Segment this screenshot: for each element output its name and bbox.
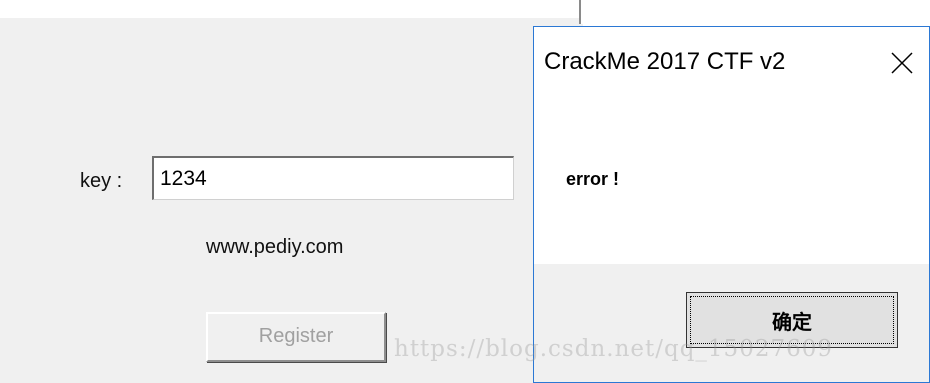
crackme-main-window: key : www.pediy.com Register: [0, 0, 585, 383]
dialog-button-bar: 确定: [534, 264, 929, 382]
ok-button[interactable]: 确定: [686, 292, 898, 348]
dialog-title: CrackMe 2017 CTF v2: [544, 48, 786, 75]
close-icon[interactable]: [882, 43, 922, 83]
register-button[interactable]: Register: [206, 312, 386, 362]
main-window-edge: [579, 0, 585, 24]
key-label: key :: [80, 170, 123, 192]
close-x-glyph: [891, 52, 913, 74]
main-window-top-strip: [0, 0, 583, 18]
dialog-message: error !: [566, 169, 620, 189]
website-label: www.pediy.com: [206, 236, 344, 258]
key-input[interactable]: [152, 156, 514, 200]
error-message-dialog: CrackMe 2017 CTF v2 error ! 确定: [533, 26, 930, 383]
ok-button-label: 确定: [690, 296, 894, 344]
